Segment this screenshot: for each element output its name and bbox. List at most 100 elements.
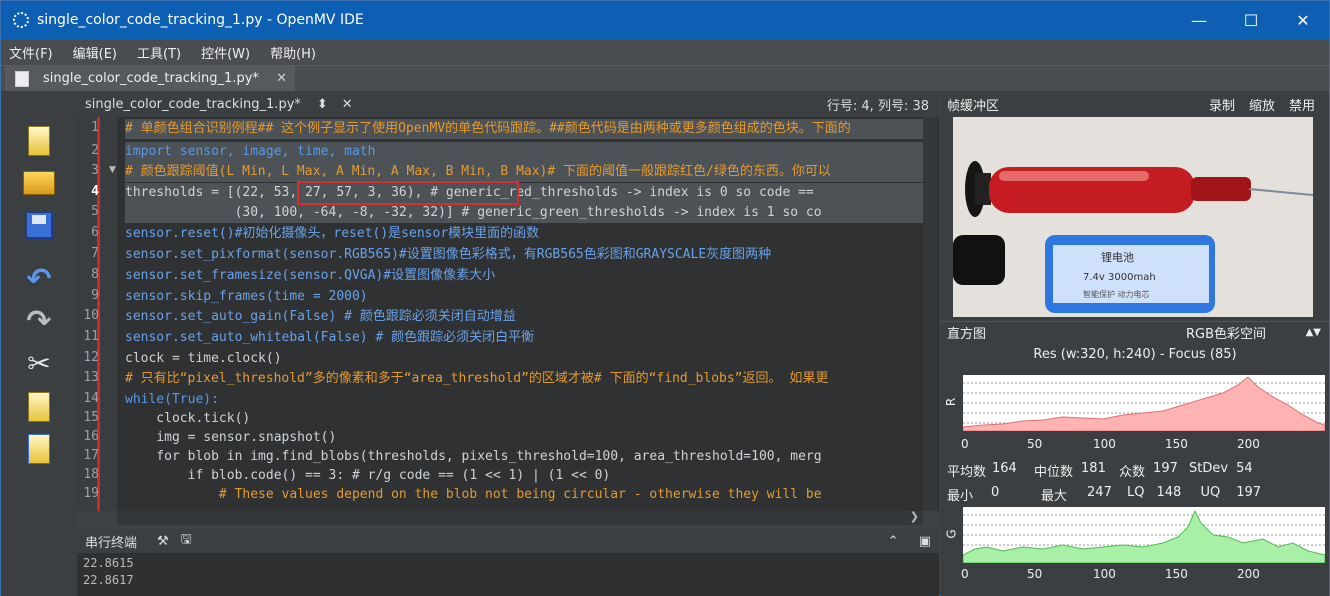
editor-vertical-scrollbar[interactable] [923, 117, 937, 511]
code-line: if blob.code() == 3: # r/g code == (1 <<… [125, 468, 611, 483]
menu-edit[interactable]: 编辑(E) [73, 43, 117, 62]
highlight-box [297, 181, 519, 205]
r-axis-tick: 150 [1165, 437, 1188, 451]
redo-button[interactable]: ↷ [21, 303, 57, 339]
collapse-icon[interactable]: ⌃ [888, 534, 899, 549]
mean-value: 164 [992, 461, 1017, 476]
chevron-updown-icon[interactable]: ▲▼ [1306, 327, 1321, 338]
right-panel: 帧缓冲区 录制 缩放 禁用 锂电池 7.4v 3000mah 智能保护 动力电芯 [941, 91, 1329, 596]
file-switch-icon[interactable]: ⬍ [317, 97, 328, 112]
disable-button[interactable]: 禁用 [1289, 95, 1315, 114]
framebuffer-header: 帧缓冲区 录制 缩放 禁用 [941, 91, 1329, 117]
r-axis-tick: 50 [1027, 437, 1043, 451]
scissors-icon: ✂ [27, 346, 51, 380]
line-number: 7 [91, 246, 99, 261]
code-line: (30, 100, -64, -8, -32, 32)] # generic_g… [125, 203, 925, 223]
camera-image: 锂电池 7.4v 3000mah 智能保护 动力电芯 [953, 117, 1313, 317]
close-button[interactable]: ✕ [1277, 1, 1329, 39]
line-number: 2 [91, 143, 99, 158]
copy-button[interactable] [21, 389, 57, 425]
uq-label: UQ [1200, 485, 1221, 500]
fold-arrow-icon[interactable]: ▼ [109, 165, 116, 175]
line-number: 17 [83, 448, 99, 463]
cursor-position: 行号: 4, 列号: 38 [826, 98, 929, 114]
code-line: # 只有比“pixel_threshold”多的像素和多于“area_thres… [125, 371, 829, 386]
window-title: single_color_code_tracking_1.py - OpenMV… [37, 12, 364, 28]
stdev-value: 54 [1236, 461, 1253, 476]
paste-button[interactable] [21, 431, 57, 467]
save-file-button[interactable] [21, 207, 57, 243]
clear-icon[interactable]: ⚒ [157, 534, 169, 549]
code-area[interactable]: # 单颜色组合识别例程## 这个例子显示了使用OpenMV的单色代码跟踪。##颜… [125, 117, 925, 511]
mean-label: 平均数 [947, 465, 987, 480]
code-editor[interactable]: 1 2 3 4 5 6 7 8 9 10 11 12 13 14 15 16 1… [77, 117, 939, 511]
save-log-icon[interactable]: 🖫 [181, 530, 192, 552]
editor-filename[interactable]: single_color_code_tracking_1.py* [85, 97, 301, 112]
zoom-button[interactable]: 缩放 [1249, 95, 1275, 114]
code-line: while(True): [125, 392, 219, 407]
save-icon [25, 211, 53, 239]
line-number: 13 [83, 370, 99, 385]
histogram-header: 直方图 RGB色彩空间 ▲▼ [941, 321, 1329, 343]
camera-frame[interactable]: 锂电池 7.4v 3000mah 智能保护 动力电芯 [953, 117, 1313, 317]
minimize-button[interactable]: — [1173, 1, 1225, 39]
open-file-button[interactable] [21, 165, 57, 201]
new-file-button[interactable] [21, 123, 57, 159]
median-label: 中位数 [1034, 465, 1074, 480]
code-line: img = sensor.snapshot() [125, 430, 337, 445]
framebuffer-title: 帧缓冲区 [947, 98, 1000, 114]
line-number: 18 [83, 467, 99, 482]
close-editor-icon[interactable]: ✕ [342, 97, 353, 112]
code-line: # These values depend on the blob not be… [125, 487, 822, 502]
g-axis-tick: 0 [961, 567, 969, 581]
undo-icon: ↶ [26, 261, 52, 297]
median-value: 181 [1081, 461, 1106, 476]
document-tab[interactable]: single_color_code_tracking_1.py* ✕ [5, 66, 295, 91]
close-tab-icon[interactable]: ✕ [276, 71, 287, 86]
new-file-icon [28, 126, 50, 156]
code-line: for blob in img.find_blobs(thresholds, p… [125, 449, 822, 464]
line-number: 4 [91, 184, 99, 199]
menu-bar: 文件(F) 编辑(E) 工具(T) 控件(W) 帮助(H) [1, 39, 1329, 65]
cut-button[interactable]: ✂ [21, 345, 57, 381]
line-number: 15 [83, 410, 99, 425]
record-button[interactable]: 录制 [1209, 95, 1235, 114]
code-line: thresholds = [(22, 53, 27, 57, 3, 36), #… [125, 183, 925, 203]
r-stats-row-2: 最小 0 最大 247 LQ 148 UQ 197 [947, 485, 1261, 504]
serial-line: 22.8615 [83, 556, 134, 570]
serial-terminal-output[interactable]: 22.8615 22.8617 [77, 553, 939, 596]
undo-button[interactable]: ↶ [21, 261, 57, 297]
mode-value: 197 [1153, 461, 1178, 476]
maximize-button[interactable]: ☐ [1225, 1, 1277, 39]
line-number: 14 [83, 391, 99, 406]
file-icon [15, 70, 29, 87]
menu-tools[interactable]: 工具(T) [137, 43, 181, 62]
code-line: sensor.set_auto_gain(False) # 颜色跟踪必须关闭自动… [125, 309, 516, 324]
code-line: # 颜色跟踪阈值(L Min, L Max, A Min, A Max, B M… [125, 162, 925, 182]
line-number: 5 [91, 204, 99, 219]
scroll-right-icon[interactable]: ❯ [910, 510, 919, 523]
serial-terminal-title: 串行终端 [85, 535, 138, 551]
r-axis-tick: 0 [961, 437, 969, 451]
line-number: 16 [83, 429, 99, 444]
float-icon[interactable]: ▣ [919, 534, 931, 549]
menu-file[interactable]: 文件(F) [9, 43, 53, 62]
ide-window: single_color_code_tracking_1.py - OpenMV… [0, 0, 1330, 596]
line-number: 9 [91, 288, 99, 303]
line-number: 6 [91, 225, 99, 240]
r-histogram-plot [963, 376, 1325, 431]
editor-horizontal-scrollbar[interactable]: ❯ [117, 510, 923, 525]
menu-widgets[interactable]: 控件(W) [201, 43, 250, 62]
serial-terminal-header: 串行终端 ⚒ 🖫 ⌃ ▣ [77, 529, 939, 553]
redo-icon: ↷ [26, 303, 52, 339]
open-folder-icon [23, 171, 55, 195]
code-line: clock.tick() [125, 411, 251, 426]
document-tab-bar: single_color_code_tracking_1.py* ✕ [1, 65, 1329, 91]
g-channel-label: G [944, 529, 959, 539]
r-stats-row-1: 平均数 164 中位数 181 众数 197 StDev 54 [947, 461, 1253, 480]
title-bar: single_color_code_tracking_1.py - OpenMV… [1, 1, 1329, 39]
line-number: 3 [91, 163, 99, 178]
menu-help[interactable]: 帮助(H) [270, 43, 316, 62]
editor-header: single_color_code_tracking_1.py* ⬍ ✕ 行号:… [77, 91, 939, 117]
colorspace-select[interactable]: RGB色彩空间 [1186, 323, 1266, 342]
